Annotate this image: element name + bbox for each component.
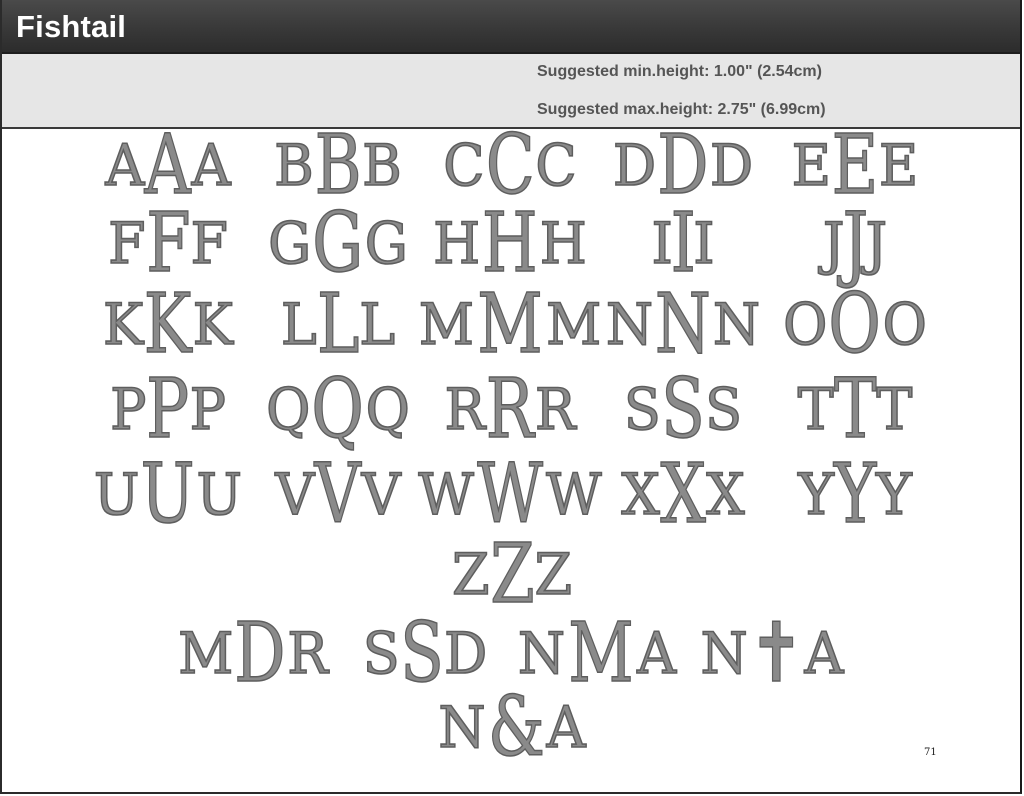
monogram-m: MMM <box>418 277 602 372</box>
monogram-example: MDR <box>177 606 328 701</box>
monogram-example: N ✝ A <box>700 606 844 701</box>
monogram-n: NNN <box>605 277 761 372</box>
page-number: 71 <box>924 747 937 758</box>
monogram-f: FFF <box>107 196 228 291</box>
monogram-h: HHH <box>432 196 587 291</box>
monogram-o: OOO <box>782 277 927 372</box>
monogram-g: GGG <box>267 196 408 291</box>
monogram-x: XXX <box>621 447 746 542</box>
monogram-y: YYY <box>798 447 913 542</box>
monogram-l: LLL <box>280 277 396 372</box>
monogram-q: QQQ <box>265 362 410 457</box>
monogram-u: UUU <box>93 447 243 542</box>
monogram-v: VVV <box>275 447 402 542</box>
monogram-sample-sheet: AAABBBCCCDDDEEEFFFGGGHHHIIIJJJKKKLLLMMMN… <box>0 0 1024 796</box>
monogram-s: SSS <box>623 362 743 457</box>
monogram-i: III <box>651 196 716 291</box>
monogram-r: RRR <box>444 362 577 457</box>
monogram-j: JJJ <box>822 196 888 291</box>
monogram-k: KKK <box>102 277 233 372</box>
monogram-t: TTT <box>797 362 913 457</box>
monogram-ampersand-example: N & A <box>438 680 587 775</box>
monogram-p: PPP <box>109 362 226 457</box>
